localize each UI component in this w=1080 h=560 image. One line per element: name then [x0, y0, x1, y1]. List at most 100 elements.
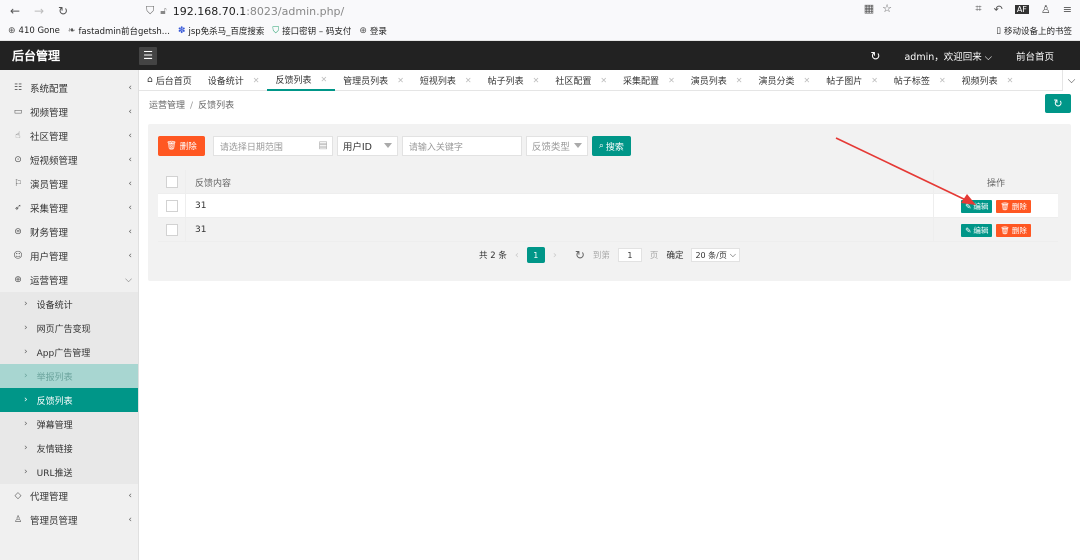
sidebar-item-finance[interactable]: ⊜ 财务管理 ‹	[0, 220, 138, 244]
tab-admins[interactable]: 管理员列表 ✕	[335, 70, 412, 91]
close-icon[interactable]: ✕	[871, 76, 878, 85]
sidebar-item-users[interactable]: ☺ 用户管理 ‹	[0, 244, 138, 268]
money-icon: ⊜	[14, 227, 22, 237]
tab-actors[interactable]: 演员列表 ✕	[683, 70, 751, 91]
sidebar-sub-links[interactable]: › 友情链接	[0, 436, 138, 460]
sidebar-item-actors[interactable]: ⚐ 演员管理 ‹	[0, 172, 138, 196]
header-content: 反馈内容	[185, 170, 933, 194]
bookmark-item[interactable]: ⊕ 410 Gone	[8, 26, 60, 36]
table-header: 反馈内容 操作	[158, 170, 1058, 194]
tab-device-stats[interactable]: 设备统计 ✕	[200, 70, 268, 91]
user-id-select[interactable]: 用户ID	[336, 136, 398, 156]
sidebar-item-short-video[interactable]: ⊙ 短视频管理 ‹	[0, 148, 138, 172]
bookmark-star-icon[interactable]: ☆	[882, 2, 892, 15]
close-icon[interactable]: ✕	[533, 76, 540, 85]
tab-community-config[interactable]: 社区配置 ✕	[547, 70, 615, 91]
sidebar-item-operations[interactable]: ⊕ 运营管理 ⌵	[0, 268, 138, 292]
goto-page-input[interactable]: 1	[617, 248, 642, 262]
frontend-link[interactable]: 前台首页	[1016, 49, 1054, 63]
close-icon[interactable]: ✕	[1007, 76, 1014, 85]
bookmark-item[interactable]: ✽ jsp免杀马_百度搜索	[178, 25, 264, 37]
next-page-icon[interactable]: ›	[553, 250, 557, 261]
close-icon[interactable]: ✕	[320, 75, 327, 84]
row-checkbox[interactable]	[166, 199, 178, 212]
menu-toggle-icon[interactable]: ☰	[139, 46, 157, 65]
tab-post-tags[interactable]: 帖子标签 ✕	[886, 70, 954, 91]
sidebar-sub-url-push[interactable]: › URL推送	[0, 460, 138, 484]
bookmark-item[interactable]: ❧ fastadmin前台getsh...	[68, 25, 170, 37]
tab-posts[interactable]: 帖子列表 ✕	[480, 70, 548, 91]
sidebar-item-collect[interactable]: ➶ 采集管理 ‹	[0, 196, 138, 220]
sidebar-sub-web-ads[interactable]: › 网页广告变现	[0, 316, 138, 340]
tabs-more-chevron-icon[interactable]: ⌵	[1062, 70, 1080, 91]
sidebar-item-system[interactable]: ☷ 系统配置 ‹	[0, 76, 138, 100]
tab-feedback[interactable]: 反馈列表 ✕	[267, 70, 336, 91]
bookmark-item[interactable]: ⊕ 登录	[359, 25, 387, 37]
batch-delete-button[interactable]: 🗑︎ 删除	[158, 136, 205, 156]
sidebar-sub-reports[interactable]: › 举报列表	[0, 364, 138, 388]
home-icon: ⌂	[147, 75, 153, 85]
sidebar-item-admins[interactable]: ♙ 管理员管理 ‹	[0, 508, 138, 532]
sidebar-sub-feedback[interactable]: › 反馈列表	[0, 388, 138, 412]
menu-icon[interactable]: ≡	[1063, 3, 1072, 16]
tab-post-images[interactable]: 帖子图片 ✕	[818, 70, 886, 91]
sidebar-sub-danmaku[interactable]: › 弹幕管理	[0, 412, 138, 436]
sidebar-item-community[interactable]: ☝ 社区管理 ‹	[0, 124, 138, 148]
select-all-checkbox[interactable]	[166, 175, 178, 188]
back-icon[interactable]: ←	[6, 2, 24, 20]
url-path: :8023/admin.php/	[246, 4, 345, 18]
qr-code-icon[interactable]: ▦	[864, 2, 874, 15]
edit-button[interactable]: ✎ 编辑	[961, 223, 993, 237]
tab-collect-config[interactable]: 采集配置 ✕	[615, 70, 683, 91]
page-number-current[interactable]: 1	[526, 247, 545, 263]
date-range-input[interactable]: 请选择日期范围 ▤	[212, 136, 333, 156]
crop-icon[interactable]: ⌗	[975, 2, 981, 16]
page-size-select[interactable]: 20 条/页 ⌵	[691, 248, 740, 262]
sidebar-sub-device-stats[interactable]: › 设备统计	[0, 292, 138, 316]
chevron-right-icon: ›	[24, 395, 28, 405]
trash-icon: 🗑︎	[166, 141, 177, 151]
chevron-right-icon: ›	[24, 323, 28, 333]
goto-confirm-button[interactable]: 确定	[666, 249, 683, 261]
sidebar-item-video[interactable]: ▭ 视频管理 ‹	[0, 100, 138, 124]
close-icon[interactable]: ✕	[804, 76, 811, 85]
delete-button[interactable]: 🗑︎ 删除	[996, 223, 1031, 237]
sidebar-sub-app-ads[interactable]: › App广告管理	[0, 340, 138, 364]
breadcrumb-parent[interactable]: 运营管理	[149, 101, 185, 111]
reload-icon[interactable]: ↻	[54, 2, 72, 20]
undo-icon[interactable]: ↶	[994, 3, 1003, 16]
tab-actor-categories[interactable]: 演员分类 ✕	[750, 70, 818, 91]
account-icon[interactable]: ♙	[1041, 3, 1051, 16]
tab-videos[interactable]: 视频列表 ✕	[954, 70, 1022, 91]
tab-home[interactable]: ⌂ 后台首页	[139, 70, 200, 91]
shield-check-icon: ⛉	[272, 26, 280, 36]
bookmark-item[interactable]: ⛉ 接口密钥 – 码支付	[272, 25, 351, 37]
pager-refresh-icon[interactable]: ↻	[575, 248, 585, 262]
search-button[interactable]: ⌕ 搜索	[591, 136, 631, 156]
close-icon[interactable]: ✕	[600, 76, 607, 85]
address-bar[interactable]: ⛉ 🔓︎ 192.168.70.1 :8023/admin.php/ ▦ ☆	[146, 2, 892, 20]
mobile-bookmarks[interactable]: ▯ 移动设备上的书签	[996, 25, 1072, 37]
close-icon[interactable]: ✕	[939, 76, 946, 85]
sidebar-item-agents[interactable]: ◇ 代理管理 ‹	[0, 484, 138, 508]
edit-button[interactable]: ✎ 编辑	[961, 199, 993, 213]
tab-short-videos[interactable]: 短视列表 ✕	[412, 70, 480, 91]
feedback-type-select[interactable]: 反馈类型	[525, 136, 588, 156]
page-refresh-button[interactable]: ↻	[1045, 94, 1071, 113]
leaf-icon: ❧	[67, 26, 76, 36]
close-icon[interactable]: ✕	[736, 76, 743, 85]
forward-icon[interactable]: →	[30, 2, 48, 20]
refresh-icon[interactable]: ↻	[870, 49, 880, 63]
user-menu[interactable]: admin，欢迎回来 ⌵	[904, 49, 992, 63]
prev-page-icon[interactable]: ‹	[515, 250, 519, 261]
row-checkbox[interactable]	[166, 223, 178, 236]
chevron-right-icon: ›	[24, 467, 28, 477]
close-icon[interactable]: ✕	[253, 76, 260, 85]
close-icon[interactable]: ✕	[465, 76, 472, 85]
delete-button[interactable]: 🗑︎ 删除	[996, 199, 1031, 213]
keyword-input[interactable]: 请输入关键字	[401, 136, 522, 156]
pager-total: 共 2 条	[479, 251, 507, 261]
close-icon[interactable]: ✕	[397, 76, 404, 85]
close-icon[interactable]: ✕	[668, 76, 675, 85]
extension-icon[interactable]: AF	[1014, 4, 1029, 14]
